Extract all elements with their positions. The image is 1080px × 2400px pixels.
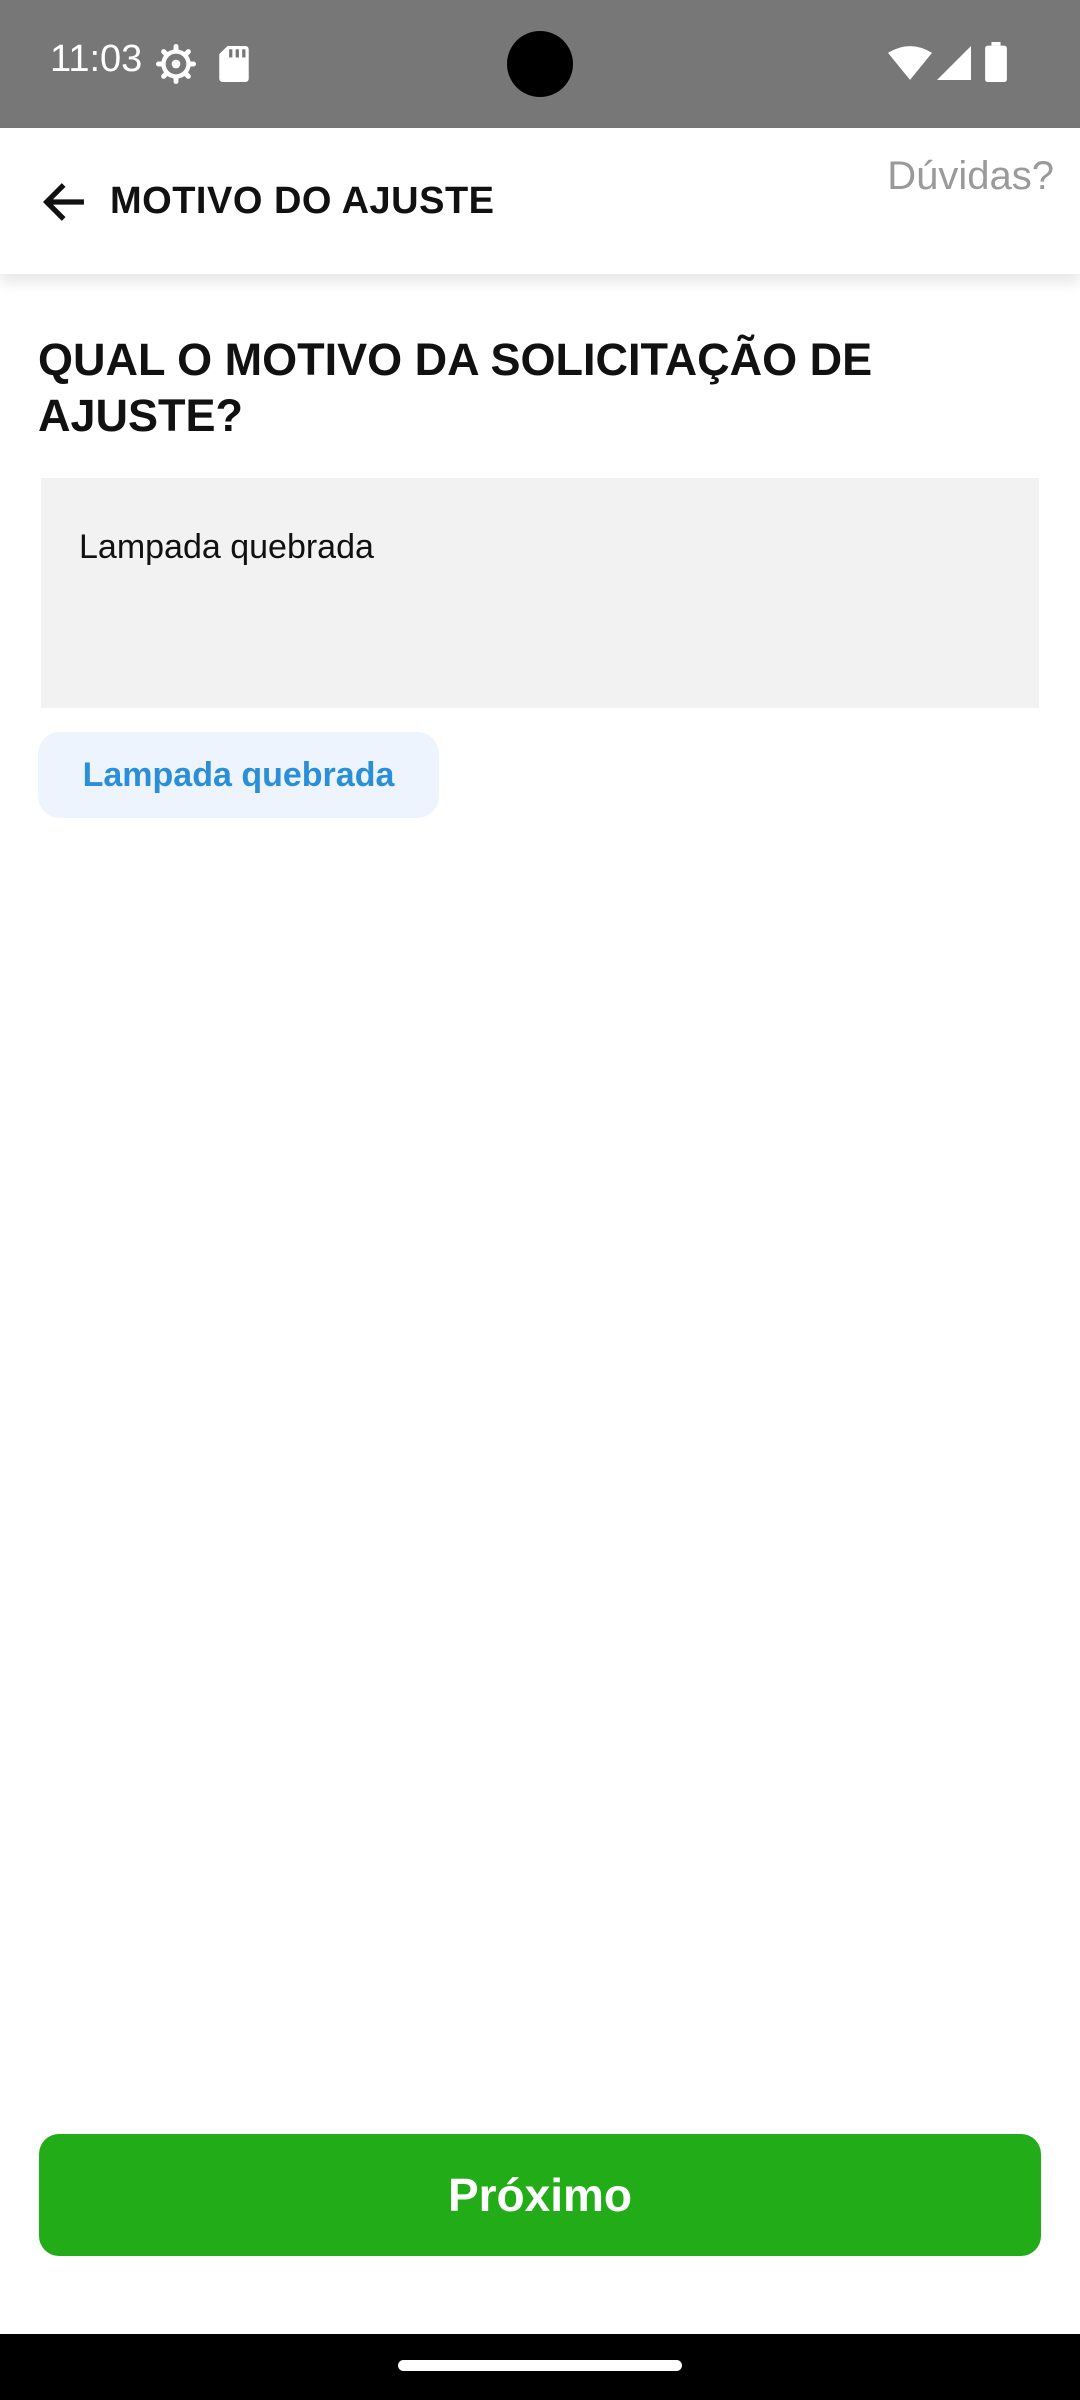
settings-gear-icon xyxy=(156,44,196,84)
camera-cutout xyxy=(507,31,573,97)
page-title: MOTIVO DO AJUSTE xyxy=(110,180,495,222)
app-header: MOTIVO DO AJUSTE Dúvidas? xyxy=(0,128,1080,274)
status-bar: 11:03 xyxy=(0,0,1080,128)
suggestion-chip[interactable]: Lampada quebrada xyxy=(38,732,439,818)
status-time: 11:03 xyxy=(50,38,143,80)
battery-icon xyxy=(985,42,1007,82)
next-button[interactable]: Próximo xyxy=(39,2134,1041,2256)
cell-signal-icon xyxy=(937,46,971,80)
sd-card-icon xyxy=(219,46,249,82)
question-heading: QUAL O MOTIVO DA SOLICITAÇÃO DE AJUSTE? xyxy=(38,334,873,441)
reason-input[interactable]: Lampada quebrada xyxy=(41,478,1039,708)
help-link[interactable]: Dúvidas? xyxy=(887,154,1054,199)
wifi-icon xyxy=(888,46,932,80)
arrow-left-icon[interactable] xyxy=(38,176,90,228)
home-indicator[interactable] xyxy=(398,2360,682,2371)
